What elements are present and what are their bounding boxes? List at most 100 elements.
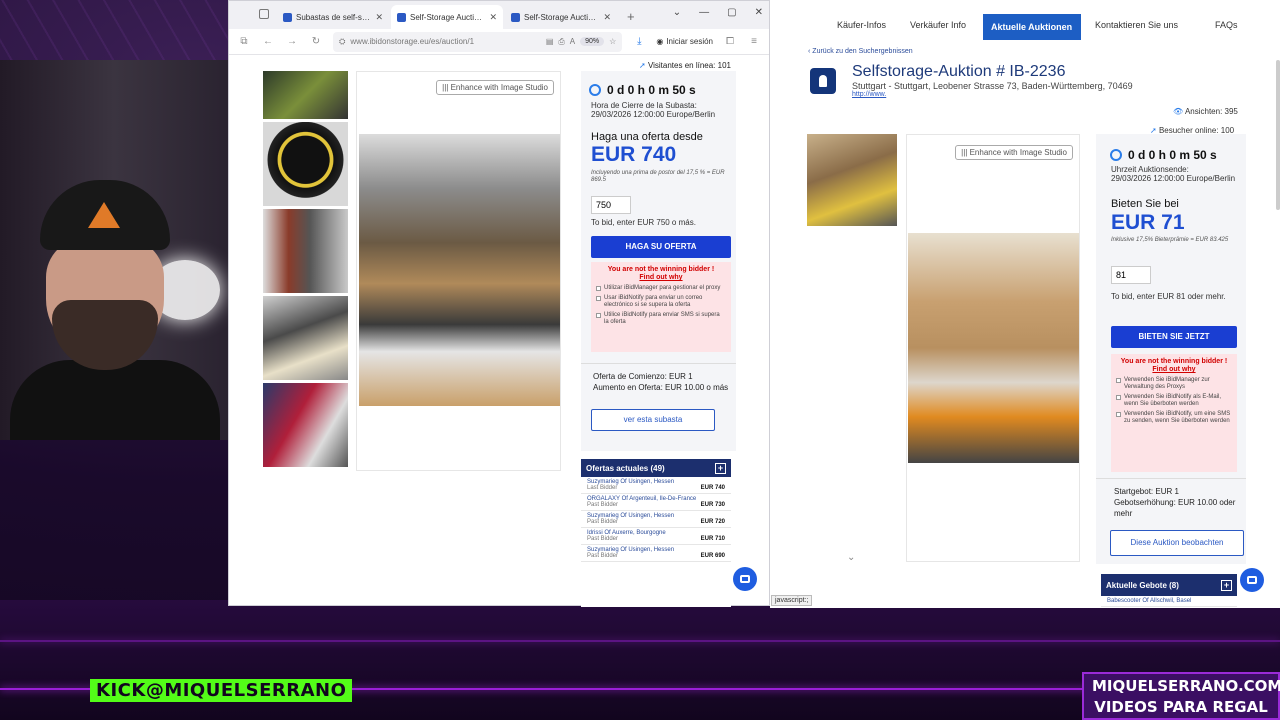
visitors-online: ➚ Visitantes en línea: 101 [639,61,731,70]
bid-amount-input[interactable]: 750 [591,196,631,214]
option-ibidmanager[interactable]: Utilizar iBidManager para gestionar el p… [596,285,726,292]
thumbnail-image[interactable] [263,209,348,293]
enhance-button[interactable]: ||| Enhance with Image Studio [436,80,554,95]
browser-tab[interactable]: Self-Storage Auction # ✕ [505,5,617,29]
offer-from-label: Haga una oferta desde [591,131,703,143]
promo-site: MIQUELSERRANO.COM [1092,677,1280,695]
option-email[interactable]: Usar iBidNotify para enviar un correo el… [596,295,726,309]
bid-rules: Startgebot: EUR 1 Gebotserhöhung: EUR 10… [1114,487,1236,518]
close-tab-icon[interactable]: ✕ [603,12,611,23]
forward-icon[interactable]: → [285,36,299,47]
url-text: www.ibidonstorage.eu/es/auction/1 [350,37,475,46]
site-info-icon[interactable]: ⛭ [339,37,345,47]
enhance-button[interactable]: ||| Enhance with Image Studio [955,145,1073,160]
chevron-down-icon[interactable]: ⌄ [847,552,855,563]
signin-button[interactable]: ◉ Iniciar sesión [656,37,713,46]
option-ibidmanager[interactable]: Verwenden Sie iBidManager zur Verwaltung… [1116,377,1232,391]
second-browser-window: Käufer-Infos Verkäufer Info Aktuelle Auk… [770,0,1280,608]
facility-url[interactable]: http://www. [852,91,886,98]
find-out-link[interactable]: Find out why [596,274,726,282]
bid-panel: 0 d 0 h 0 m 50 s Uhrzeit Auktionsende: 2… [1096,134,1246,564]
not-winning-notice: You are not the winning bidder ! Find ou… [1111,354,1237,472]
new-tab-icon[interactable]: + [619,5,643,29]
watch-auction-button[interactable]: Diese Auktion beobachten [1110,530,1244,556]
nav-faqs[interactable]: FAQs [1215,20,1238,30]
minimize-icon[interactable]: — [699,7,709,18]
kick-handle-banner: KICK@MIQUELSERRANO [90,679,353,702]
place-bid-button[interactable]: BIETEN SIE JETZT [1111,326,1237,348]
not-winning-text: You are not the winning bidder ! [607,266,715,273]
place-bid-button[interactable]: HAGA SU OFERTA [591,236,731,258]
option-sms[interactable]: Verwenden Sie iBidNotify, um eine SMS zu… [1116,411,1232,425]
timer-value: 0 d 0 h 0 m 50 s [607,83,696,97]
chat-button[interactable] [1240,568,1264,592]
address-bar[interactable]: ⛭ www.ibidonstorage.eu/es/auction/1 ▤ ⎙ … [333,31,623,52]
option-email[interactable]: Verwenden Sie iBidNotify als E-Mail, wen… [1116,394,1232,408]
close-time: Hora de Cierre de la Subasta: 29/03/2026… [591,101,731,119]
screenshot-icon[interactable]: ⎙ [558,37,564,47]
visitors-label: Visitantes en línea: 101 [647,61,731,70]
chat-button[interactable] [733,567,757,591]
tab-label: Subastas de self-stora [296,12,372,22]
buyer-premium: Inklusive 17,5% Bieterprämie = EUR 83.42… [1111,237,1229,243]
scrollbar[interactable] [1276,60,1280,210]
expand-icon[interactable]: + [715,462,726,474]
bookmark-icon[interactable]: ☆ [609,37,616,46]
option-sms[interactable]: Utilice iBidNotify para enviar SMS si su… [596,312,726,326]
offers-panel: Aktuelle Gebote (8) + Babescooter Of All… [1101,574,1237,608]
reader-icon[interactable]: ▤ [546,37,554,46]
watch-auction-button[interactable]: ver esta subasta [591,409,715,431]
tab-overview-icon[interactable] [259,9,269,19]
reload-icon[interactable]: ↻ [309,36,323,47]
translate-icon[interactable]: A [570,37,575,46]
extensions-icon[interactable]: ⧠ [723,36,737,47]
maximize-icon[interactable]: ▢ [727,7,736,18]
thumbnail-image[interactable] [263,296,348,380]
tab-list-icon[interactable]: ⌄ [673,7,681,18]
zoom-level[interactable]: 90% [580,37,605,46]
checkbox[interactable] [1116,395,1121,400]
menu-icon[interactable]: ≡ [747,36,761,47]
nav-contact[interactable]: Kontaktieren Sie uns [1095,20,1178,30]
checkbox[interactable] [596,313,601,318]
nav-buyer-info[interactable]: Käufer-Infos [837,20,886,30]
nav-seller-info[interactable]: Verkäufer Info [910,20,966,30]
expand-icon[interactable]: + [1221,579,1232,591]
find-out-link[interactable]: Find out why [1116,366,1232,374]
checkbox[interactable] [1116,378,1121,383]
thumbnail-image[interactable] [263,71,348,119]
browser-tab-active[interactable]: Self-Storage Auction # ✕ [391,5,503,29]
promo-banner: MIQUELSERRANO.COM VIDEOS PARA REGAL [1082,672,1280,720]
browser-tab[interactable]: Subastas de self-stora ✕ [277,5,389,29]
checkbox[interactable] [1116,412,1121,417]
thumbnail-image[interactable] [807,134,897,226]
checkbox[interactable] [596,286,601,291]
close-tab-icon[interactable]: ✕ [489,12,497,23]
close-time-label: Hora de Cierre de la Subasta: [591,101,697,110]
main-image-frame: ||| Enhance with Image Studio [356,71,561,471]
back-to-results-link[interactable]: ‹ Zurück zu den Suchergebnissen [808,48,913,55]
nav-current-auctions[interactable]: Aktuelle Auktionen [983,14,1081,40]
site-nav: Käufer-Infos Verkäufer Info Aktuelle Auk… [770,0,1280,40]
thumbnail-image[interactable] [263,122,348,206]
checkbox[interactable] [596,296,601,301]
close-tab-icon[interactable]: ✕ [375,12,383,23]
storage-unit-photo[interactable] [908,233,1079,463]
clock-icon [1110,149,1122,161]
back-icon[interactable]: ← [261,36,275,47]
streamer-handle: @MIQUELSERRANO [145,680,347,701]
sidebar-icon[interactable]: ⧉ [237,36,251,47]
browser-window: Subastas de self-stora ✕ Self-Storage Au… [228,0,770,607]
close-window-icon[interactable]: ✕ [755,7,763,18]
close-time-value: 29/03/2026 12:00:00 Europe/Berlin [591,110,716,119]
offers-panel: Ofertas actuales (49) + Suzymarieg Of Us… [581,459,731,607]
download-icon[interactable]: ⤓ [632,36,646,47]
storage-unit-photo[interactable] [359,134,560,406]
promo-tagline: VIDEOS PARA REGAL [1094,698,1268,716]
neon-line [0,640,1280,642]
bid-amount-input[interactable]: 81 [1111,266,1151,284]
offer-row: Suzymarieg Of Usingen, Hessen Past Bidde… [581,545,731,562]
thumbnail-image[interactable] [263,383,348,467]
tab-label: Self-Storage Auction # [410,12,486,22]
favicon-icon [397,12,406,22]
